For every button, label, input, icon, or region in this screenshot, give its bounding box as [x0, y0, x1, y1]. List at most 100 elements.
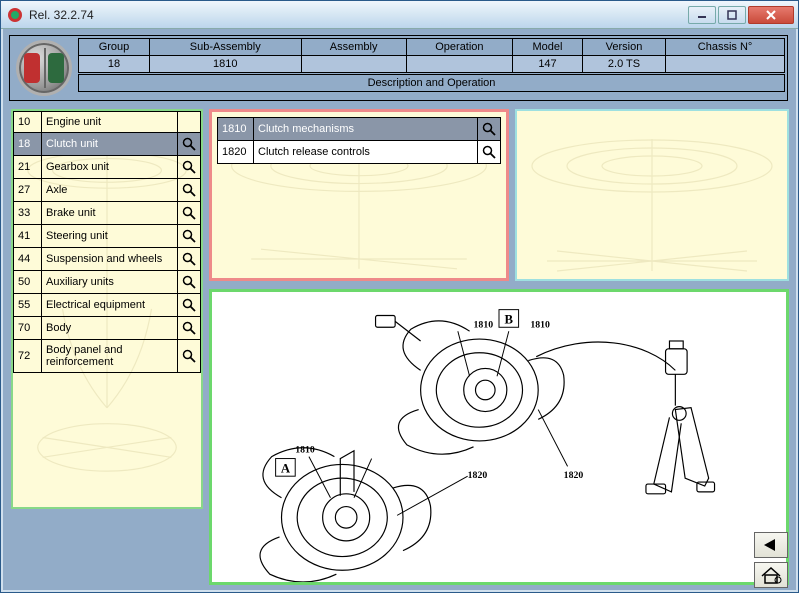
group-mag-cell	[178, 112, 201, 133]
group-row[interactable]: 10Engine unit	[14, 112, 201, 133]
col-operation: Operation	[406, 39, 512, 56]
callout-1820-upper: 1820	[564, 470, 584, 481]
preview-panel	[515, 109, 789, 281]
group-mag-cell[interactable]	[178, 133, 201, 156]
val-sub-assembly: 1810	[150, 56, 302, 73]
app-icon	[7, 7, 23, 23]
val-operation	[406, 56, 512, 73]
group-num: 55	[14, 294, 42, 317]
home-button[interactable]	[754, 562, 788, 588]
group-num: 33	[14, 202, 42, 225]
group-mag-cell[interactable]	[178, 317, 201, 340]
group-row[interactable]: 50Auxiliary units	[14, 271, 201, 294]
magnify-icon	[182, 349, 196, 363]
group-row[interactable]: 44Suspension and wheels	[14, 248, 201, 271]
group-num: 70	[14, 317, 42, 340]
header-table: Group Sub-Assembly Assembly Operation Mo…	[78, 38, 785, 73]
sub-assembly-row[interactable]: 1810Clutch mechanisms	[218, 118, 501, 141]
group-label: Engine unit	[42, 112, 178, 133]
group-label: Axle	[42, 179, 178, 202]
maximize-button[interactable]	[718, 6, 746, 24]
diagram-panel[interactable]: A B 1810 1810 1820 1810 1820	[209, 289, 789, 585]
close-button[interactable]	[748, 6, 794, 24]
back-icon	[761, 537, 781, 553]
minimize-icon	[697, 10, 707, 20]
window-title: Rel. 32.2.74	[29, 8, 686, 22]
magnify-icon	[182, 160, 196, 174]
group-row[interactable]: 33Brake unit	[14, 202, 201, 225]
group-num: 72	[14, 340, 42, 373]
sub-label: Clutch mechanisms	[254, 118, 478, 141]
callout-1810-lower: 1810	[295, 445, 315, 456]
group-label: Clutch unit	[42, 133, 178, 156]
titlebar: Rel. 32.2.74	[1, 1, 798, 29]
group-label: Gearbox unit	[42, 156, 178, 179]
magnify-icon	[182, 206, 196, 220]
groups-panel: 10Engine unit18Clutch unit21Gearbox unit…	[11, 109, 203, 509]
group-row[interactable]: 55Electrical equipment	[14, 294, 201, 317]
group-label: Body panel and reinforcement	[42, 340, 178, 373]
col-model: Model	[513, 39, 583, 56]
sub-label: Clutch release controls	[254, 141, 478, 164]
sub-num: 1810	[218, 118, 254, 141]
group-mag-cell[interactable]	[178, 294, 201, 317]
maximize-icon	[727, 10, 737, 20]
group-mag-cell[interactable]	[178, 156, 201, 179]
group-mag-cell[interactable]	[178, 202, 201, 225]
col-group: Group	[79, 39, 150, 56]
col-chassis: Chassis N°	[666, 39, 785, 56]
group-row[interactable]: 21Gearbox unit	[14, 156, 201, 179]
group-num: 27	[14, 179, 42, 202]
group-row[interactable]: 72Body panel and reinforcement	[14, 340, 201, 373]
callout-1810-upper-r: 1810	[530, 319, 550, 330]
group-num: 50	[14, 271, 42, 294]
group-label: Body	[42, 317, 178, 340]
description-row: Description and Operation	[78, 74, 785, 92]
callout-1810-upper-l: 1810	[474, 319, 494, 330]
brand-logo	[16, 40, 72, 96]
col-version: Version	[582, 39, 665, 56]
magnify-icon	[182, 137, 196, 151]
callout-1820-lower: 1820	[468, 470, 488, 481]
group-mag-cell[interactable]	[178, 340, 201, 373]
sub-mag-cell[interactable]	[478, 141, 501, 164]
val-group: 18	[79, 56, 150, 73]
group-row[interactable]: 27Axle	[14, 179, 201, 202]
group-mag-cell[interactable]	[178, 225, 201, 248]
callout-A: A	[281, 461, 291, 475]
minimize-button[interactable]	[688, 6, 716, 24]
sub-num: 1820	[218, 141, 254, 164]
group-label: Auxiliary units	[42, 271, 178, 294]
group-label: Brake unit	[42, 202, 178, 225]
sub-mag-cell[interactable]	[478, 118, 501, 141]
group-num: 44	[14, 248, 42, 271]
group-row[interactable]: 70Body	[14, 317, 201, 340]
davinci-watermark	[517, 111, 787, 281]
magnify-icon	[482, 122, 496, 136]
group-mag-cell[interactable]	[178, 248, 201, 271]
group-num: 18	[14, 133, 42, 156]
group-label: Electrical equipment	[42, 294, 178, 317]
sub-assembly-row[interactable]: 1820Clutch release controls	[218, 141, 501, 164]
sub-assembly-panel: 1810Clutch mechanisms1820Clutch release …	[209, 109, 509, 281]
group-num: 21	[14, 156, 42, 179]
back-button[interactable]	[754, 532, 788, 558]
group-label: Steering unit	[42, 225, 178, 248]
group-mag-cell[interactable]	[178, 271, 201, 294]
group-num: 41	[14, 225, 42, 248]
clutch-diagram: A B 1810 1810 1820 1810 1820	[212, 292, 786, 582]
magnify-icon	[182, 298, 196, 312]
group-row[interactable]: 41Steering unit	[14, 225, 201, 248]
client-area: Group Sub-Assembly Assembly Operation Mo…	[3, 29, 796, 590]
magnify-icon	[482, 145, 496, 159]
magnify-icon	[182, 275, 196, 289]
magnify-icon	[182, 229, 196, 243]
group-mag-cell[interactable]	[178, 179, 201, 202]
group-row[interactable]: 18Clutch unit	[14, 133, 201, 156]
val-assembly	[301, 56, 406, 73]
group-label: Suspension and wheels	[42, 248, 178, 271]
group-num: 10	[14, 112, 42, 133]
val-chassis	[666, 56, 785, 73]
app-window: Rel. 32.2.74 Group Sub-Assembly	[0, 0, 799, 593]
callout-B: B	[505, 312, 514, 326]
